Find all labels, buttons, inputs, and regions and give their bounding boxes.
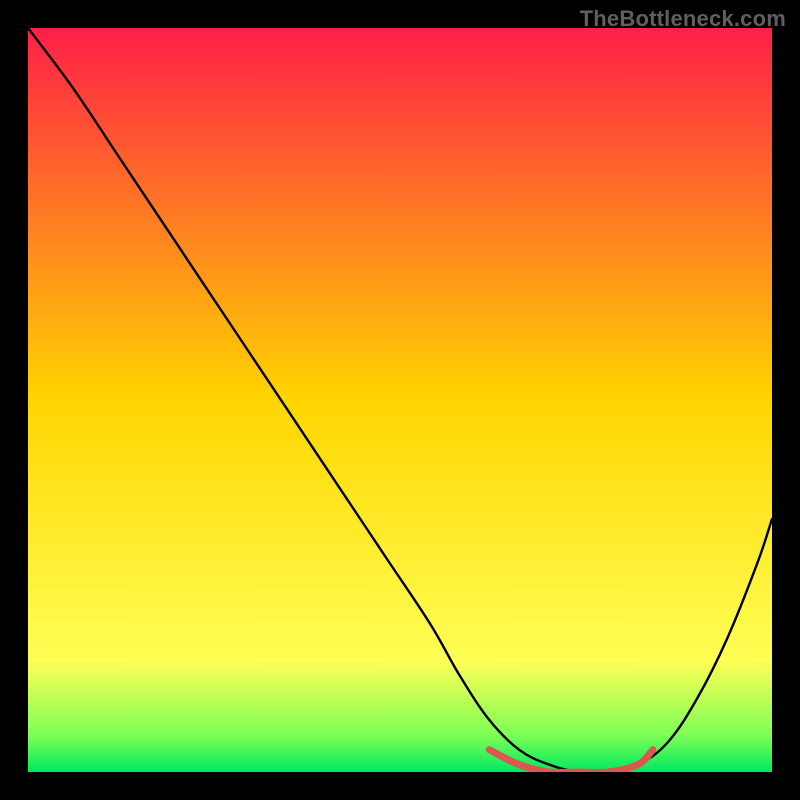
chart-background bbox=[28, 28, 772, 772]
chart-frame: TheBottleneck.com bbox=[0, 0, 800, 800]
chart-plot-area bbox=[28, 28, 772, 772]
chart-svg bbox=[28, 28, 772, 772]
watermark-label: TheBottleneck.com bbox=[580, 6, 786, 32]
